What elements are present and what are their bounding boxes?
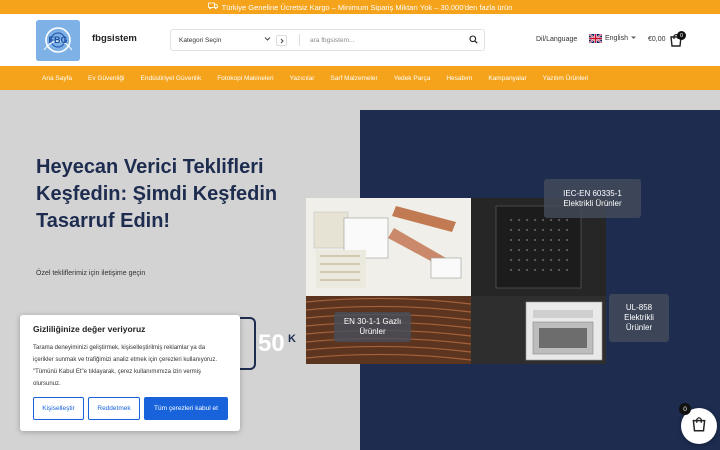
language-name: English [605, 35, 628, 42]
counter-unit: K [288, 333, 296, 345]
counter-value: 50 [258, 330, 285, 357]
search-icon [468, 31, 478, 49]
site-header: FBG fbgsistem Kategori Seçin Dil/Languag… [0, 14, 720, 66]
nav-item-yazilim-urunleri[interactable]: Yazılım Ürünleri [535, 75, 597, 82]
floating-cart-badge: 0 [679, 403, 691, 415]
nav-item-hesabim[interactable]: Hesabım [438, 75, 480, 82]
customize-button[interactable]: Kişiselleştir [33, 397, 84, 420]
cart-total[interactable]: €0,00 [648, 36, 666, 43]
reject-button[interactable]: Reddetmek [88, 397, 140, 420]
chevron-down-icon [264, 35, 271, 44]
tag-iec-en-60335-1[interactable]: IEC-EN 60335-1 Elektrikli Ürünler [544, 179, 641, 218]
hero-title: Heyecan Verici Teklifleri Keşfedin: Şimd… [36, 156, 278, 232]
nav-item-sarf-malzemeler[interactable]: Sarf Malzemeler [322, 75, 385, 82]
cart-count-badge: 0 [677, 31, 686, 40]
cookie-buttons: Kişiselleştir Reddetmek Tüm çerezleri ka… [33, 397, 228, 420]
announcement-text: Türkiye Geneline Ücretsiz Kargo – Minimu… [221, 2, 513, 12]
truck-icon [207, 2, 218, 12]
language-selector[interactable]: English [589, 34, 636, 43]
chevron-right-icon[interactable] [276, 35, 287, 46]
brand-name[interactable]: fbgsistem [92, 33, 137, 44]
category-select-label: Kategori Seçin [179, 36, 222, 44]
photo-oven [471, 296, 606, 364]
search-input[interactable] [300, 30, 462, 50]
chevron-down-icon [631, 35, 636, 42]
nav-item-yazicilar[interactable]: Yazıcılar [282, 75, 323, 82]
hero-subtitle[interactable]: Özel tekliflerimiz için iletişime geçin [36, 270, 145, 277]
nav-item-ana-sayfa[interactable]: Ana Sayfa [34, 75, 80, 82]
category-select[interactable]: Kategori Seçin [171, 30, 291, 50]
cookie-consent-dialog: Gizliliğinize değer veriyoruz Tarama den… [20, 315, 240, 431]
photo-connectors [306, 198, 471, 296]
search-bar: Kategori Seçin [170, 29, 485, 51]
tag-en-30-1-1[interactable]: EN 30-1-1 Gazlı Ürünler [334, 312, 411, 342]
nav-item-ev-guvenligi[interactable]: Ev Güvenliği [80, 75, 133, 82]
accept-all-button[interactable]: Tüm çerezleri kabul et [144, 397, 228, 420]
site-logo[interactable]: FBG [36, 20, 80, 61]
nav-item-endustriyel-guvenlik[interactable]: Endüstiriyel Güvenlik [133, 75, 210, 82]
search-button[interactable] [462, 30, 484, 50]
tag-ul-858[interactable]: UL-858 Elektrikli Ürünler [609, 294, 669, 342]
nav-item-fotokopi-makineleri[interactable]: Fotokopi Makineleri [209, 75, 281, 82]
language-label[interactable]: Dil/Language [536, 36, 577, 43]
cookie-body: Tarama deneyiminizi geliştirmek, kişisel… [33, 345, 218, 387]
main-nav: Ana Sayfa Ev Güvenliği Endüstiriyel Güve… [0, 66, 720, 90]
uk-flag-icon [589, 34, 602, 43]
cart-icon [690, 415, 708, 438]
logo-text: FBG [49, 35, 68, 45]
announcement-bar: Türkiye Geneline Ücretsiz Kargo – Minimu… [0, 0, 720, 14]
nav-item-yedek-parca[interactable]: Yedek Parça [386, 75, 439, 82]
cookie-title: Gizliliğinize değer veriyoruz [33, 324, 146, 334]
nav-item-kampanyalar[interactable]: Kampanyalar [480, 75, 534, 82]
